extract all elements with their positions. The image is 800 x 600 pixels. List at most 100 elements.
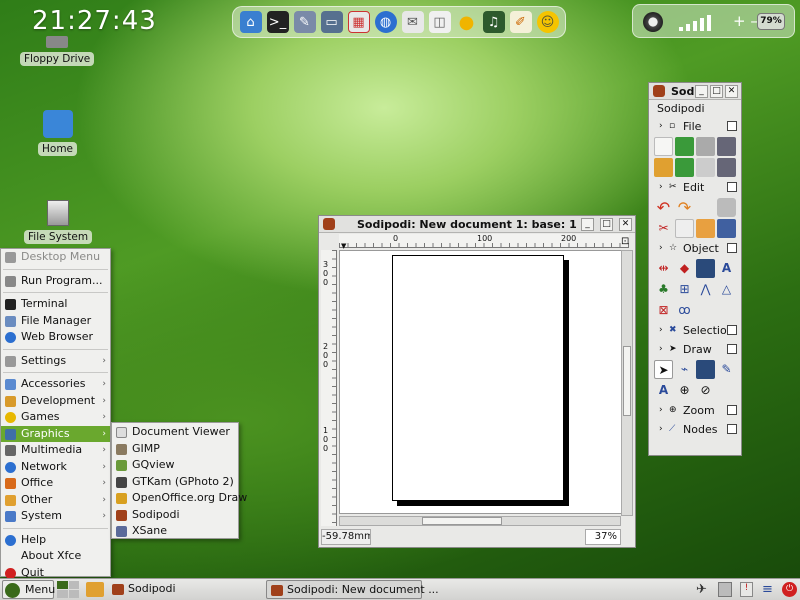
paste-icon[interactable] — [696, 219, 715, 238]
import-icon[interactable] — [717, 137, 736, 156]
menu-item-multimedia[interactable]: Multimedia › — [1, 442, 110, 459]
raise-icon[interactable] — [696, 259, 715, 278]
align-icon[interactable]: △ — [717, 280, 736, 299]
zoom-field[interactable]: 37% — [585, 529, 621, 545]
trash-icon[interactable] — [717, 198, 736, 217]
open-icon[interactable] — [675, 137, 694, 156]
print-icon[interactable] — [696, 137, 715, 156]
zoom-fit-icon[interactable]: ⊡ — [621, 236, 629, 247]
task-sodipodi-document[interactable]: Sodipodi: New document ... — [266, 580, 439, 599]
node-edit-icon[interactable]: ⌁ — [675, 360, 694, 379]
submenu-item-document-viewer[interactable]: Document Viewer — [112, 424, 238, 441]
ungroup-icon[interactable]: ⊞ — [675, 280, 694, 299]
submenu-item-gtkam[interactable]: GTKam (GPhoto 2) — [112, 474, 238, 491]
printer-tray-icon[interactable] — [718, 582, 732, 597]
eraser-icon[interactable]: ◆ — [675, 259, 694, 278]
menu-button[interactable]: Menu — [2, 580, 55, 599]
mail-icon[interactable]: ✉ — [401, 11, 424, 33]
vertical-ruler[interactable]: 3 0 0 2 0 0 1 0 0 — [321, 250, 337, 526]
section-toggle[interactable] — [727, 405, 737, 415]
scrollbar-thumb[interactable] — [623, 346, 631, 416]
task-sodipodi-toolbox[interactable]: Sodipodi — [110, 580, 260, 599]
toolbox-section-file[interactable]: › ▫ File — [649, 117, 741, 136]
user-icon[interactable]: ● — [456, 11, 478, 33]
menu-item-system[interactable]: System › — [1, 508, 110, 525]
workspace-1[interactable] — [57, 581, 68, 589]
web-browser-icon[interactable]: ◍ — [374, 11, 397, 33]
menu-item-about[interactable]: About Xfce — [1, 548, 110, 565]
menu-item-file-manager[interactable]: File Manager — [1, 313, 110, 330]
new-document-icon[interactable] — [654, 137, 673, 156]
section-toggle[interactable] — [727, 121, 737, 131]
toolbox-section-nodes[interactable]: › ⟋ Nodes — [649, 420, 741, 439]
select-arrow-icon[interactable]: ➤ — [654, 360, 673, 379]
calendar-icon[interactable]: ▦ — [347, 11, 370, 33]
toolbox-titlebar[interactable]: Sodi _ □ ✕ — [649, 83, 741, 100]
terminal-icon[interactable]: >_ — [266, 11, 289, 33]
duplicate-icon[interactable] — [717, 219, 736, 238]
list-tray-icon[interactable]: ≡ — [762, 582, 773, 597]
toolbox-section-edit[interactable]: › ✂ Edit — [649, 178, 741, 197]
transform-icon[interactable]: ⊠ — [654, 301, 673, 320]
horizontal-ruler[interactable]: 0 100 200 — [339, 234, 629, 248]
window-titlebar[interactable]: Sodipodi: New document 1: base: 1 _ □ ✕ — [319, 216, 635, 233]
menu-item-terminal[interactable]: Terminal — [1, 296, 110, 313]
menu-item-graphics[interactable]: Graphics › — [1, 425, 110, 442]
cut-icon[interactable]: ✂ — [654, 219, 673, 238]
maximize-button[interactable]: □ — [600, 218, 613, 231]
section-toggle[interactable] — [727, 344, 737, 354]
settings-tools-icon[interactable]: ✎ — [293, 11, 316, 33]
submenu-item-gqview[interactable]: GQview — [112, 457, 238, 474]
network-tray-icon[interactable]: ✈ — [696, 582, 711, 597]
minimize-button[interactable]: _ — [695, 85, 708, 98]
drawing-canvas[interactable] — [339, 250, 629, 514]
print-preview-icon[interactable] — [696, 158, 715, 177]
battery-indicator[interactable]: 79% — [757, 13, 785, 30]
save-icon[interactable] — [675, 158, 694, 177]
signal-strength-icon[interactable] — [679, 13, 711, 31]
redo-icon[interactable]: ↷ — [675, 198, 694, 217]
combine-icon[interactable]: ꝏ — [675, 301, 694, 320]
menu-item-help[interactable]: Help — [1, 532, 110, 549]
open-folder-icon[interactable] — [654, 158, 673, 177]
dropper-icon[interactable]: ⊘ — [696, 381, 715, 400]
vertical-scrollbar[interactable] — [621, 250, 633, 516]
menu-item-network[interactable]: Network › — [1, 459, 110, 476]
toolbox-section-selection[interactable]: › ✖ Selection — [649, 321, 741, 340]
section-toggle[interactable] — [727, 243, 737, 253]
menu-item-run-program[interactable]: Run Program... — [1, 273, 110, 290]
scrollbar-thumb[interactable] — [422, 517, 502, 525]
submenu-item-openoffice-draw[interactable]: OpenOffice.org Draw — [112, 490, 247, 507]
workspace-switcher[interactable] — [57, 581, 79, 598]
desktop-icon-home[interactable]: Home — [38, 110, 78, 156]
menu-item-games[interactable]: Games › — [1, 409, 110, 426]
show-desktop-icon[interactable] — [86, 582, 104, 597]
desktop-icon-floppy[interactable]: Floppy Drive — [20, 36, 95, 66]
desktop-icon-filesystem[interactable]: File System — [24, 200, 93, 244]
home-folder-icon[interactable]: ⌂ — [239, 11, 262, 33]
menu-item-settings[interactable]: Settings › — [1, 353, 110, 370]
submenu-item-sodipodi[interactable]: Sodipodi — [112, 507, 238, 524]
flip-horizontal-icon[interactable]: ⇹ — [654, 259, 673, 278]
menu-item-development[interactable]: Development › — [1, 393, 110, 410]
section-toggle[interactable] — [727, 325, 737, 335]
submenu-item-gimp[interactable]: GIMP — [112, 441, 238, 458]
zoom-tool-icon[interactable]: ⊕ — [675, 381, 694, 400]
close-button[interactable]: ✕ — [725, 85, 738, 98]
toolbox-section-object[interactable]: › ☆ Object — [649, 239, 741, 258]
rectangle-icon[interactable] — [696, 360, 715, 379]
text-object-icon[interactable]: A — [717, 259, 736, 278]
volume-icon[interactable] — [643, 12, 663, 32]
monitor-icon[interactable]: ▭ — [320, 11, 343, 33]
menu-item-office[interactable]: Office › — [1, 475, 110, 492]
chat-icon[interactable]: ◫ — [428, 11, 451, 33]
section-toggle[interactable] — [727, 182, 737, 192]
toolbox-section-zoom[interactable]: › ⊕ Zoom — [649, 401, 741, 420]
flip-icon[interactable]: ⋀ — [696, 280, 715, 299]
text-tool-icon[interactable]: A — [654, 381, 673, 400]
group-icon[interactable]: ♣ — [654, 280, 673, 299]
export-icon[interactable] — [717, 158, 736, 177]
menu-item-other[interactable]: Other › — [1, 492, 110, 509]
workspace-2[interactable] — [68, 581, 79, 589]
headset-icon[interactable]: ♫ — [482, 11, 505, 33]
